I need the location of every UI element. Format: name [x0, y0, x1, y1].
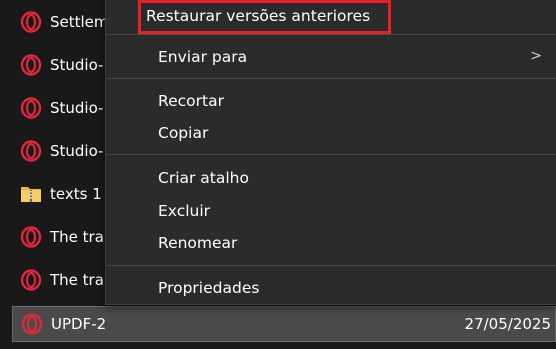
opera-icon: [20, 140, 42, 162]
file-name: UPDF-2: [51, 315, 107, 333]
menu-separator: [106, 265, 556, 266]
menu-item-label: Enviar para: [158, 48, 248, 66]
menu-item-send-to[interactable]: Enviar para >: [106, 42, 556, 72]
opera-icon: [21, 313, 43, 335]
file-name: Settlem: [50, 13, 109, 31]
menu-item-label: Excluir: [158, 202, 211, 220]
menu-item-label: Criar atalho: [158, 169, 249, 187]
menu-item-delete[interactable]: Excluir: [106, 196, 556, 226]
menu-item-properties[interactable]: Propriedades: [106, 273, 556, 303]
menu-item-label: Copiar: [158, 124, 209, 142]
menu-item-rename[interactable]: Renomear: [106, 228, 556, 258]
file-name: Studio-: [50, 56, 104, 74]
menu-separator: [106, 78, 556, 79]
file-name: The tra: [50, 271, 104, 289]
file-name: Studio-: [50, 99, 104, 117]
menu-item-label: Propriedades: [158, 279, 260, 297]
menu-item-cut[interactable]: Recortar: [106, 86, 556, 116]
file-date: 27/05/2025: [464, 315, 551, 333]
menu-item-label: Renomear: [158, 234, 238, 252]
opera-icon: [20, 226, 42, 248]
folder-zip-icon: [20, 183, 42, 205]
opera-icon: [20, 54, 42, 76]
menu-item-create-shortcut[interactable]: Criar atalho: [106, 163, 556, 193]
file-name: Studio-: [50, 142, 104, 160]
opera-icon: [20, 11, 42, 33]
file-row-selected[interactable]: UPDF-2 27/05/2025: [12, 306, 556, 342]
menu-separator: [106, 154, 556, 155]
opera-icon: [20, 97, 42, 119]
highlight-annotation-box: [138, 0, 391, 34]
menu-item-copy[interactable]: Copiar: [106, 118, 556, 148]
chevron-right-icon: >: [530, 48, 542, 64]
file-name: The tra: [50, 228, 104, 246]
opera-icon: [20, 269, 42, 291]
menu-item-label: Recortar: [158, 92, 224, 110]
menu-separator: [106, 34, 556, 35]
file-name: texts 1: [50, 185, 102, 203]
context-menu: Restaurar versões anteriores Enviar para…: [105, 0, 556, 305]
